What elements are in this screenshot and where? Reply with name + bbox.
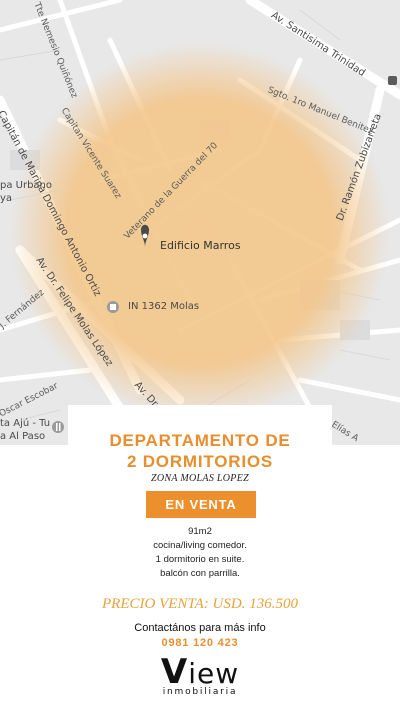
feature-bedroom: 1 dormitorio en suite.	[155, 554, 245, 565]
feature-area: 91m2	[188, 526, 212, 537]
logo-rest: iew	[188, 657, 240, 690]
price-label: PRECIO VENTA: USD. 136.500	[102, 596, 298, 612]
feature-balcony: balcón con parrilla.	[160, 568, 240, 579]
feature-living: cocina/living comedor.	[153, 540, 247, 551]
brand-logo: View	[0, 652, 400, 692]
zone-label: ZONA MOLAS LOPEZ	[151, 473, 249, 484]
brand-tagline: inmobiliaria	[162, 687, 238, 697]
address-label: IN 1362 Molas	[128, 301, 200, 312]
bus-stop-icon	[388, 76, 397, 85]
listing-title-line2: 2 DORMITORIOS	[126, 452, 274, 471]
poi-label: pa Urbano	[0, 180, 53, 191]
logo-letter-v: V	[160, 652, 189, 692]
listing-title-line1: DEPARTAMENTO DE	[109, 431, 291, 450]
poi-label: ya	[0, 193, 13, 204]
phone-link[interactable]: 0981 120 423	[0, 637, 400, 649]
building-label[interactable]: Edificio Marros	[160, 239, 241, 252]
contact-text: Contactános para más info	[134, 622, 266, 634]
for-sale-button[interactable]: EN VENTA	[146, 491, 256, 518]
poi-icon	[107, 301, 119, 313]
map-area[interactable]: Av. Santisima Trinidad Tte Nemesio Quiñó…	[0, 0, 400, 445]
poi-label: ta Ajú - Tu	[0, 418, 51, 429]
